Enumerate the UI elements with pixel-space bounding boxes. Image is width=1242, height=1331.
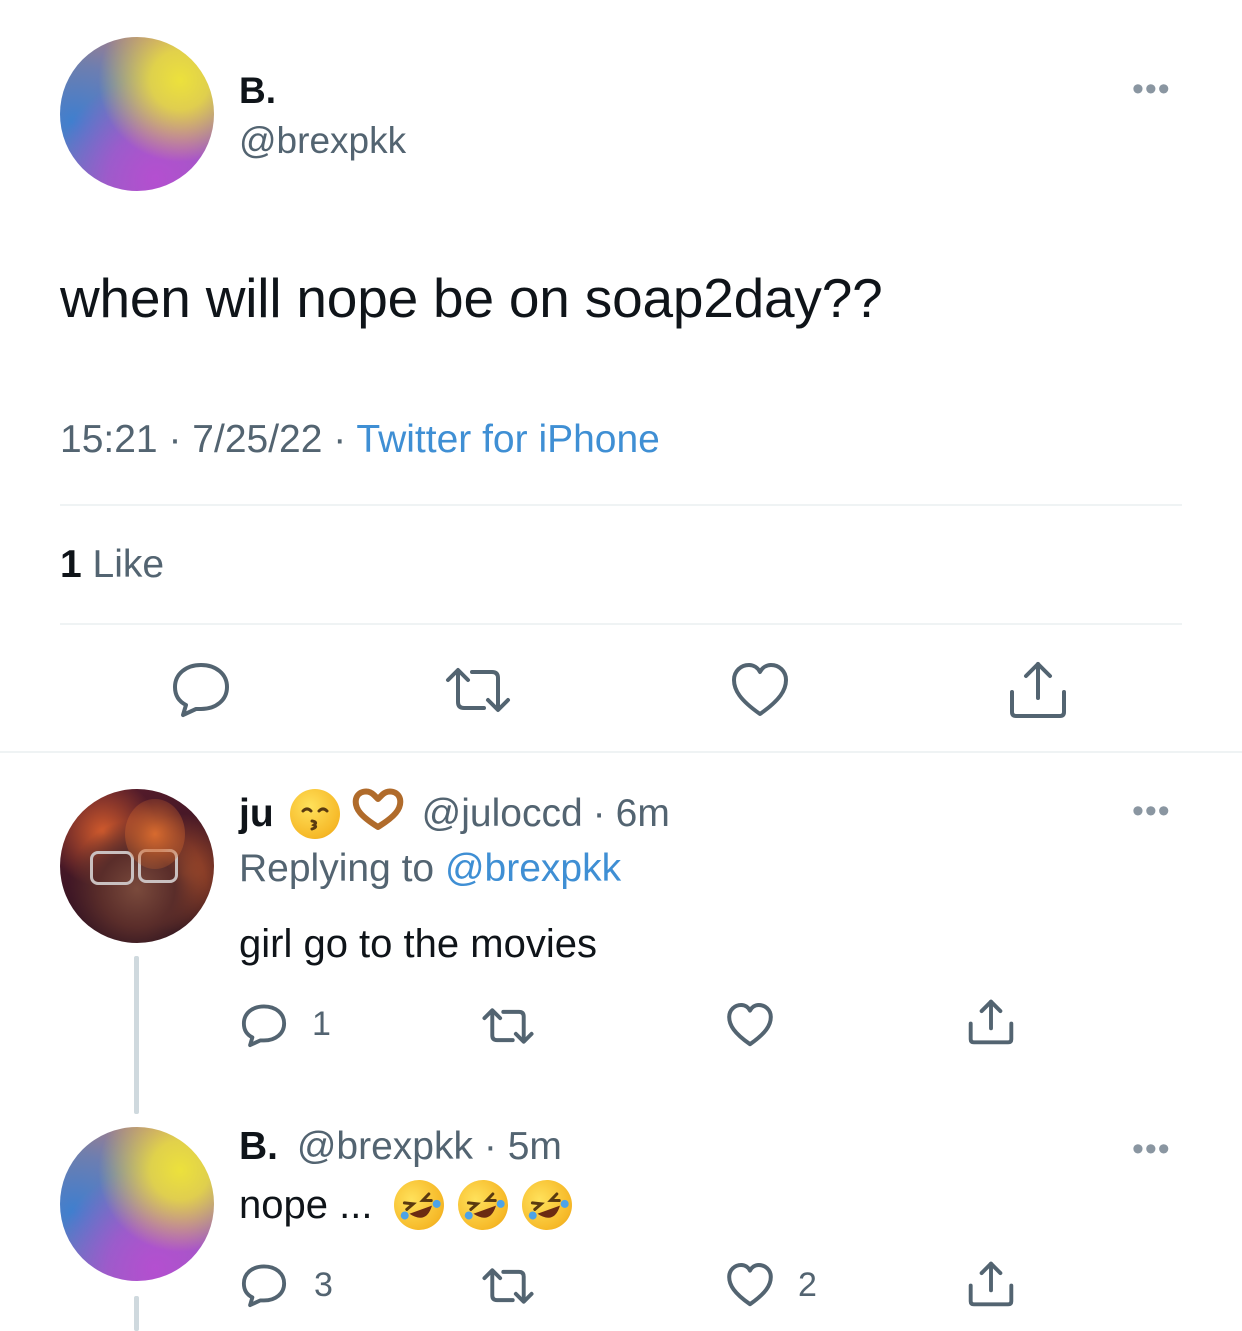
- reply-count: 1: [312, 1005, 331, 1043]
- thread-line: [134, 1296, 139, 1331]
- reply-count: 3: [314, 1266, 333, 1304]
- reply-icon[interactable]: [240, 1262, 288, 1308]
- divider: [60, 504, 1182, 506]
- author-handle[interactable]: @brexpkk: [239, 120, 406, 162]
- likes-summary[interactable]: 1 Like: [60, 543, 164, 587]
- heart-hands-emoji-icon: [350, 787, 406, 841]
- meta-separator: ·: [592, 792, 606, 835]
- retweet-icon[interactable]: [440, 662, 516, 718]
- reply-display-name[interactable]: ju: [239, 792, 274, 836]
- divider: [0, 751, 1242, 753]
- reply-header: ju @juloccd · 6m: [239, 787, 670, 841]
- author-display-name[interactable]: B.: [239, 70, 276, 112]
- tweet-meta: 15:21 · 7/25/22 · Twitter for iPhone: [60, 418, 660, 462]
- replying-to-handle[interactable]: @brexpkk: [445, 847, 621, 890]
- share-icon[interactable]: [966, 998, 1016, 1046]
- reply-text: girl go to the movies: [239, 922, 597, 966]
- meta-separator: ·: [168, 418, 182, 461]
- like-count: 2: [798, 1266, 817, 1304]
- reply-text: nope ...: [239, 1182, 373, 1227]
- kissing-face-emoji-icon: [289, 789, 340, 839]
- more-icon[interactable]: •••: [1132, 1132, 1171, 1166]
- reply-icon[interactable]: [240, 1002, 288, 1048]
- like-icon[interactable]: [726, 1262, 774, 1308]
- reply-avatar[interactable]: [60, 1127, 214, 1281]
- retweet-icon[interactable]: [478, 1004, 538, 1048]
- rolling-laughing-emoji-icon: [387, 1172, 452, 1238]
- reply-handle[interactable]: @brexpkk: [297, 1125, 473, 1168]
- reply-handle[interactable]: @juloccd: [422, 792, 583, 836]
- share-icon[interactable]: [966, 1260, 1016, 1308]
- reply-display-name[interactable]: B.: [239, 1125, 278, 1168]
- like-icon[interactable]: [730, 662, 790, 718]
- tweet-date: 7/25/22: [192, 418, 323, 461]
- meta-separator: ·: [333, 418, 347, 461]
- share-icon[interactable]: [1006, 660, 1070, 720]
- meta-separator: ·: [483, 1125, 497, 1168]
- reply-time[interactable]: 5m: [508, 1125, 562, 1168]
- more-icon[interactable]: •••: [1132, 794, 1171, 828]
- tweet-source-link[interactable]: Twitter for iPhone: [356, 418, 659, 461]
- replying-to: Replying to @brexpkk: [239, 847, 621, 891]
- replying-to-label: Replying to: [239, 847, 435, 890]
- likes-label: Like: [92, 543, 165, 586]
- reply-text-row: nope ...: [239, 1172, 580, 1238]
- rolling-laughing-emoji-icon: [515, 1172, 580, 1238]
- tweet-text: when will nope be on soap2day??: [60, 267, 883, 329]
- reply-icon[interactable]: [170, 660, 232, 718]
- rolling-laughing-emoji-icon: [451, 1172, 516, 1238]
- reply-header: B. @brexpkk · 5m: [239, 1125, 562, 1169]
- likes-count: 1: [60, 543, 82, 586]
- tweet-time: 15:21: [60, 418, 158, 461]
- reply-time[interactable]: 6m: [616, 792, 670, 836]
- divider: [60, 623, 1182, 625]
- author-avatar[interactable]: [60, 37, 214, 191]
- like-icon[interactable]: [726, 1002, 774, 1048]
- more-icon[interactable]: •••: [1132, 72, 1171, 106]
- retweet-icon[interactable]: [478, 1264, 538, 1308]
- reply-avatar[interactable]: [60, 789, 214, 943]
- thread-line: [134, 956, 139, 1114]
